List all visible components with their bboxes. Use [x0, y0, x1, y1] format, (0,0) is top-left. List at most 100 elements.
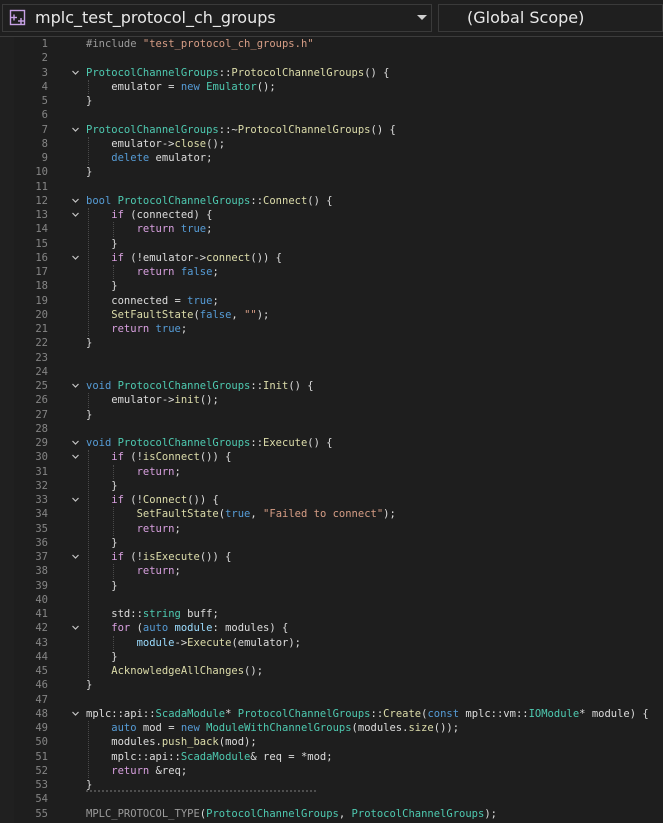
fold-chevron-icon[interactable]: [71, 381, 80, 390]
code-token: ()) {: [199, 451, 232, 464]
code-line[interactable]: 39 }: [0, 579, 663, 593]
fold-chevron-icon[interactable]: [71, 709, 80, 718]
code-line[interactable]: 3 ProtocolChannelGroups::ProtocolChannelG…: [0, 66, 663, 80]
code-line[interactable]: 12 bool ProtocolChannelGroups::Connect() …: [0, 194, 663, 208]
code-line[interactable]: 45 AcknowledgeAllChanges();: [0, 664, 663, 678]
code-line[interactable]: 17 return false;: [0, 265, 663, 279]
line-number: 26: [35, 394, 48, 407]
code-line[interactable]: 40: [0, 593, 663, 607]
file-scope-dropdown[interactable]: mplc_test_protocol_ch_groups: [2, 4, 432, 32]
code-line[interactable]: 8 emulator->close();: [0, 137, 663, 151]
code-line[interactable]: 44 }: [0, 650, 663, 664]
code-token: return: [86, 522, 175, 535]
code-line[interactable]: 15 }: [0, 237, 663, 251]
code-editor[interactable]: 1 #include "test_protocol_ch_groups.h" 2 3 P…: [0, 37, 663, 823]
indent-guide: [113, 635, 114, 650]
code-line[interactable]: 16 if (!emulator->connect()) {: [0, 251, 663, 265]
line-number: 6: [41, 109, 48, 122]
code-line[interactable]: 49 auto mod = new ModuleWithChannelGroup…: [0, 721, 663, 735]
fold-chevron-icon[interactable]: [71, 495, 80, 504]
code-line[interactable]: 27}: [0, 408, 663, 422]
code-line[interactable]: 21 return true;: [0, 322, 663, 336]
code-line[interactable]: 41 std::string buff;: [0, 607, 663, 621]
line-number: 48: [35, 707, 48, 720]
code-line[interactable]: 22}: [0, 336, 663, 350]
code-line[interactable]: 18 }: [0, 279, 663, 293]
code-token: for: [86, 622, 137, 635]
code-token: return: [86, 565, 175, 578]
code-line[interactable]: 33 if (!Connect()) {: [0, 493, 663, 507]
code-line[interactable]: 25 void ProtocolChannelGroups::Init() {: [0, 379, 663, 393]
line-number: 49: [35, 722, 48, 734]
code-line[interactable]: 2: [0, 51, 663, 65]
code-line[interactable]: 19 connected = true;: [0, 294, 663, 308]
code-token: ());: [433, 722, 460, 734]
chevron-down-icon[interactable]: [417, 15, 427, 20]
line-number: 43: [35, 636, 48, 649]
fold-chevron-icon[interactable]: [71, 623, 80, 632]
code-line[interactable]: 7 ProtocolChannelGroups::~ProtocolChannel…: [0, 123, 663, 137]
fold-chevron-icon[interactable]: [71, 210, 80, 219]
fold-chevron-icon[interactable]: [71, 68, 80, 77]
code-line[interactable]: 36 }: [0, 536, 663, 550]
code-line[interactable]: 1 #include "test_protocol_ch_groups.h": [0, 37, 663, 51]
code-line[interactable]: 46}: [0, 678, 663, 692]
code-token: auto: [86, 722, 143, 734]
fold-chevron-icon[interactable]: [71, 253, 80, 262]
code-text: mplc::api::ScadaModule* ProtocolChannelG…: [86, 707, 649, 721]
code-line[interactable]: 34 SetFaultState(true, "Failed to connec…: [0, 507, 663, 521]
code-line[interactable]: 9 delete emulator;: [0, 151, 663, 165]
fold-chevron-icon[interactable]: [71, 125, 80, 134]
code-line[interactable]: 55 MPLC_PROTOCOL_TYPE(ProtocolChannelGrou…: [0, 807, 663, 821]
code-line[interactable]: 26 emulator->init();: [0, 393, 663, 407]
code-token: (connected) {: [130, 209, 213, 221]
code-line[interactable]: 13 if (connected) {: [0, 208, 663, 222]
code-line[interactable]: 37 if (!isExecute()) {: [0, 550, 663, 564]
code-line[interactable]: 28: [0, 422, 663, 436]
fold-chevron-icon[interactable]: [71, 552, 80, 561]
member-scope-dropdown[interactable]: (Global Scope): [438, 4, 663, 32]
code-line[interactable]: 30 if (!isConnect()) {: [0, 450, 663, 464]
code-line[interactable]: 54: [0, 792, 663, 806]
code-token: ;: [174, 465, 181, 478]
code-line[interactable]: 20 SetFaultState(false, "");: [0, 308, 663, 322]
fold-chevron-icon[interactable]: [71, 196, 80, 205]
line-number: 39: [35, 579, 48, 592]
line-number: 34: [35, 508, 48, 521]
code-line[interactable]: 50 modules.push_back(mod);: [0, 735, 663, 749]
code-token: ProtocolChannelGroups: [237, 123, 371, 136]
code-line[interactable]: 6: [0, 108, 663, 122]
code-token: Connect: [263, 194, 308, 207]
code-line[interactable]: 48 mplc::api::ScadaModule* ProtocolChanne…: [0, 707, 663, 721]
code-line[interactable]: 4 emulator = new Emulator();: [0, 80, 663, 94]
code-line[interactable]: 11: [0, 180, 663, 194]
code-token: ScadaModule: [180, 750, 251, 763]
fold-chevron-icon[interactable]: [71, 452, 80, 461]
code-line[interactable]: 47: [0, 693, 663, 707]
code-line[interactable]: 32 }: [0, 479, 663, 493]
code-line[interactable]: 38 return;: [0, 564, 663, 578]
code-line[interactable]: 29 void ProtocolChannelGroups::Execute() …: [0, 436, 663, 450]
code-line[interactable]: 42 for (auto module: modules) {: [0, 621, 663, 635]
code-line[interactable]: 51 mplc::api::ScadaModule& req = *mod;: [0, 750, 663, 764]
fold-chevron-icon[interactable]: [71, 438, 80, 447]
code-text: }: [86, 678, 92, 692]
code-token: SetFaultState: [86, 308, 194, 321]
code-token: );: [383, 508, 396, 521]
code-line[interactable]: 10}: [0, 165, 663, 179]
code-line[interactable]: 52 return &req;: [0, 764, 663, 778]
code-line[interactable]: 5}: [0, 94, 663, 108]
code-line[interactable]: 35 return;: [0, 522, 663, 536]
code-line[interactable]: 14 return true;: [0, 222, 663, 236]
code-line[interactable]: 24: [0, 365, 663, 379]
code-token: mplc::vm::: [465, 707, 529, 720]
code-token: ProtocolChannelGroups: [117, 437, 251, 449]
code-token: }: [86, 650, 118, 663]
line-number: 41: [35, 608, 48, 620]
code-line[interactable]: 23: [0, 351, 663, 365]
code-line[interactable]: 31 return;: [0, 465, 663, 479]
code-token: true: [180, 223, 207, 236]
line-number: 55: [35, 807, 48, 820]
code-token: buff;: [187, 608, 219, 620]
code-line[interactable]: 43 module->Execute(emulator);: [0, 636, 663, 650]
